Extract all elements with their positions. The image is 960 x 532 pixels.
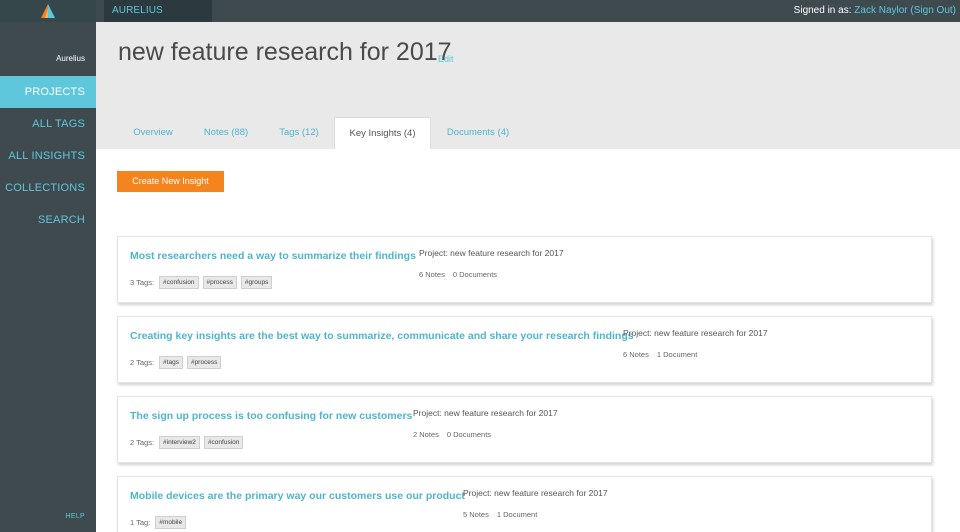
sidebar-item-collections[interactable]: COLLECTIONS <box>0 172 96 204</box>
sidebar: Aurelius PROJECTS ALL TAGS ALL INSIGHTS … <box>0 22 96 532</box>
insight-meta: 2 Notes 0 Documents <box>413 430 491 439</box>
insight-project: Project: new feature research for 2017 <box>463 488 608 498</box>
logo[interactable] <box>0 0 96 22</box>
insight-project: Project: new feature research for 2017 <box>623 328 768 338</box>
sidebar-item-all-tags[interactable]: ALL TAGS <box>0 108 96 140</box>
tag-chip[interactable]: #confusion <box>203 436 244 449</box>
sign-out-link[interactable]: (Sign Out) <box>910 5 956 16</box>
tag-chip[interactable]: #confusion <box>159 276 199 289</box>
insight-card: Mobile devices are the primary way our c… <box>117 476 932 532</box>
notes-count: 5 Notes <box>463 510 489 519</box>
aurelius-logo-icon <box>41 4 55 18</box>
notes-count: 6 Notes <box>419 270 445 279</box>
documents-count: 1 Document <box>496 510 538 519</box>
tag-chip[interactable]: #process <box>202 276 237 289</box>
tab-documents[interactable]: Documents (4) <box>436 117 520 149</box>
tag-count: 2 Tags: <box>130 358 155 367</box>
insight-card: Creating key insights are the best way t… <box>117 316 932 383</box>
insight-meta: 6 Notes 0 Documents <box>419 270 497 279</box>
insight-card: The sign up process is too confusing for… <box>117 396 932 463</box>
tag-count: 1 Tag: <box>130 518 151 527</box>
create-new-insight-button[interactable]: Create New Insight <box>117 171 224 192</box>
tab-notes[interactable]: Notes (88) <box>192 117 260 149</box>
insight-card: Most researchers need a way to summarize… <box>117 236 932 303</box>
project-header: new feature research for 2017 Edit Overv… <box>96 22 960 149</box>
user-name-link[interactable]: Zack Naylor <box>854 5 907 16</box>
insight-project: Project: new feature research for 2017 <box>419 248 564 258</box>
tag-count: 3 Tags: <box>130 278 155 287</box>
insight-title-link[interactable]: Mobile devices are the primary way our c… <box>130 490 465 502</box>
insight-tags: 3 Tags: #confusion #process #groups <box>130 276 276 289</box>
documents-count: 0 Documents <box>452 270 498 279</box>
tag-count: 2 Tags: <box>130 438 155 447</box>
insight-meta: 6 Notes 1 Document <box>623 350 697 359</box>
top-bar: AURELIUS INSIGHTS Signed in as: Zack Nay… <box>0 0 960 38</box>
tag-chip[interactable]: #process <box>186 356 222 369</box>
insight-meta: 5 Notes 1 Document <box>463 510 537 519</box>
page-title: new feature research for 2017 <box>118 38 452 66</box>
tag-chip[interactable]: #mobile <box>155 516 187 529</box>
insight-title-link[interactable]: Creating key insights are the best way t… <box>130 330 634 342</box>
insight-tags: 2 Tags: #interview2 #confusion <box>130 436 247 449</box>
tab-tags[interactable]: Tags (12) <box>266 117 332 149</box>
notes-count: 2 Notes <box>413 430 439 439</box>
signed-in-label: Signed in as: <box>793 5 852 16</box>
tag-chip[interactable]: #groups <box>240 276 273 289</box>
sidebar-item-all-insights[interactable]: ALL INSIGHTS <box>0 140 96 172</box>
tag-chip[interactable]: #interview2 <box>159 436 200 449</box>
notes-count: 6 Notes <box>623 350 649 359</box>
insight-title-link[interactable]: Most researchers need a way to summarize… <box>130 250 416 262</box>
tab-key-insights[interactable]: Key Insights (4) <box>334 117 431 149</box>
edit-project-link[interactable]: Edit <box>438 54 454 64</box>
insight-tags: 1 Tag: #mobile <box>130 516 190 529</box>
documents-count: 0 Documents <box>446 430 492 439</box>
insight-tags: 2 Tags: #tags #process <box>130 356 225 369</box>
help-link[interactable]: HELP <box>66 513 86 520</box>
sidebar-item-projects[interactable]: PROJECTS <box>0 76 96 108</box>
sidebar-item-search[interactable]: SEARCH <box>0 204 96 236</box>
org-name: Aurelius <box>56 54 85 63</box>
app-title[interactable]: AURELIUS INSIGHTS <box>104 0 212 38</box>
insight-title-link[interactable]: The sign up process is too confusing for… <box>130 410 412 422</box>
signed-in-status: Signed in as: Zack Naylor (Sign Out) <box>794 0 956 22</box>
documents-count: 1 Document <box>656 350 698 359</box>
tag-chip[interactable]: #tags <box>159 356 183 369</box>
tab-overview[interactable]: Overview <box>118 117 188 149</box>
insight-project: Project: new feature research for 2017 <box>413 408 558 418</box>
